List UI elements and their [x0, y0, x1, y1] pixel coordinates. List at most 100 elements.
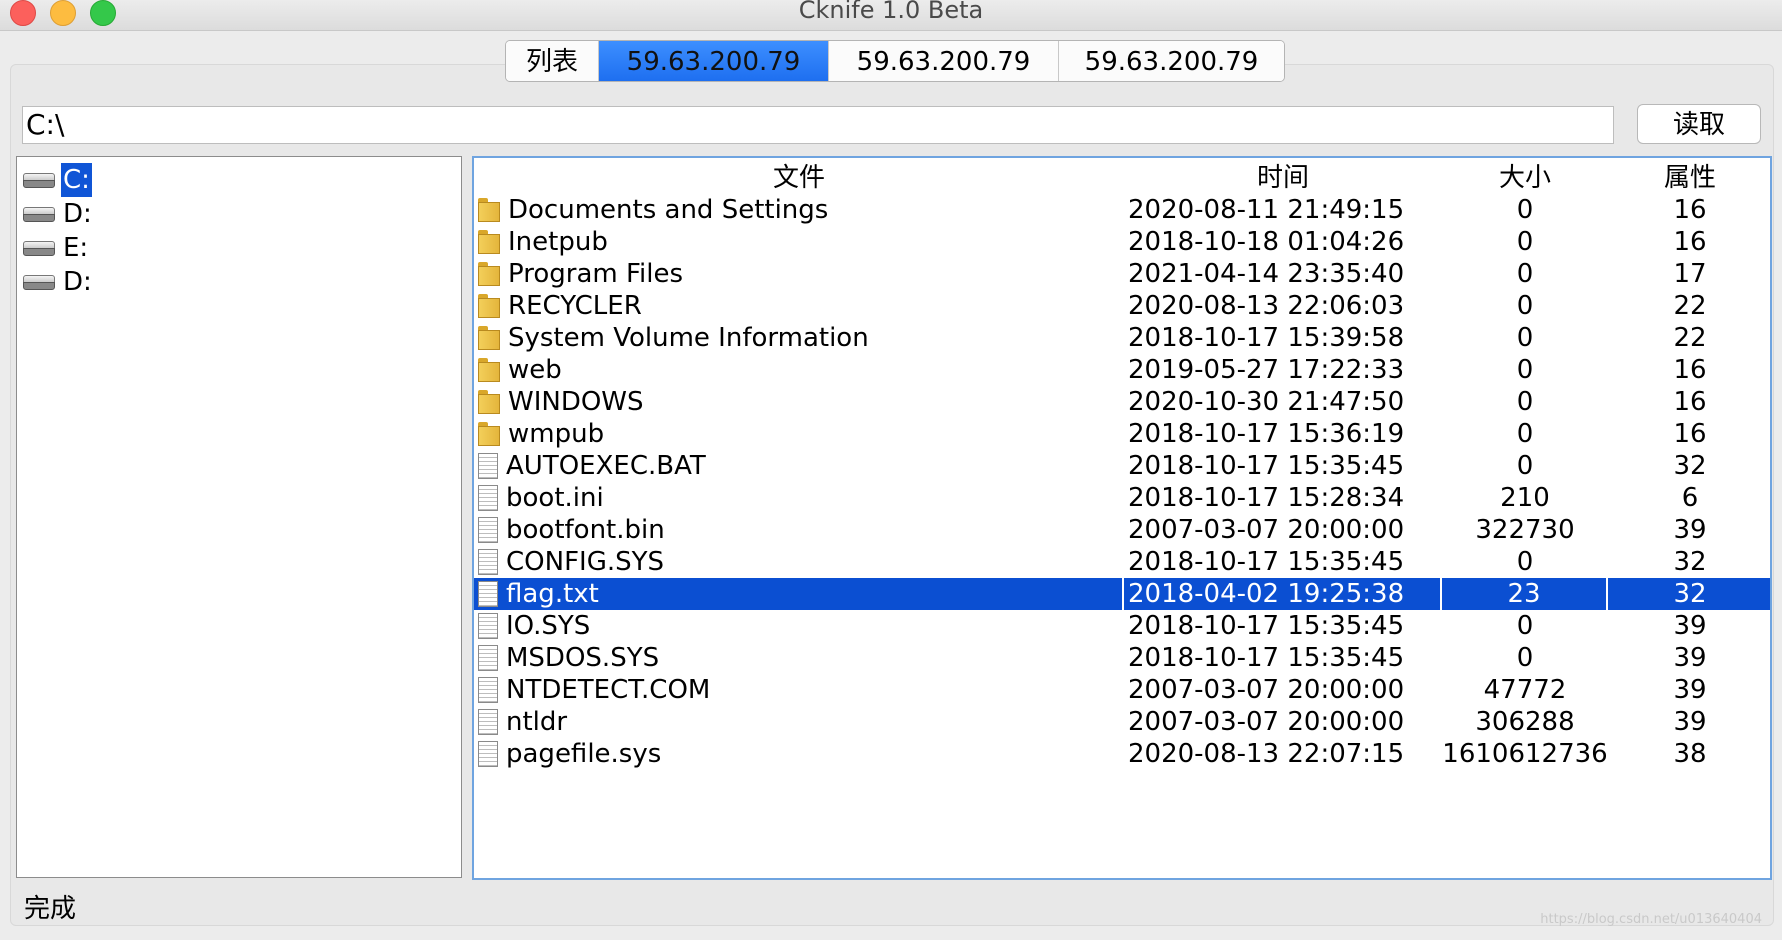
file-icon	[478, 453, 498, 479]
folder-icon	[478, 358, 500, 382]
file-attr: 38	[1673, 739, 1707, 769]
table-row[interactable]: System Volume Information 2018-10-17 15:3…	[474, 322, 1770, 354]
file-name-cell: CONFIG.SYS	[474, 546, 1124, 578]
file-name: CONFIG.SYS	[506, 547, 664, 577]
file-time: 2018-04-02 19:25:38	[1124, 578, 1442, 610]
table-row[interactable]: AUTOEXEC.BAT 2018-10-17 15:35:45 0 32	[474, 450, 1770, 482]
table-row[interactable]: Program Files 2021-04-14 23:35:40 0 17	[474, 258, 1770, 290]
file-size: 0	[1516, 195, 1534, 225]
file-time: 2020-08-11 21:49:15	[1128, 195, 1405, 225]
file-attr: 39	[1673, 611, 1707, 641]
file-attr: 17	[1673, 259, 1707, 289]
file-attr: 16	[1673, 355, 1707, 385]
file-name-cell: WINDOWS	[474, 386, 1124, 418]
file-attr: 39	[1673, 675, 1707, 705]
status-text: 完成	[24, 894, 77, 924]
table-row[interactable]: bootfont.bin 2007-03-07 20:00:00 322730 39	[474, 514, 1770, 546]
file-name-cell: web	[474, 354, 1124, 386]
file-name: web	[508, 355, 562, 385]
file-table: 文件 时间 大小 属性 Documents and Settings 2020-0…	[472, 156, 1772, 880]
file-attr: 16	[1673, 419, 1707, 449]
file-name: wmpub	[508, 419, 605, 449]
file-size: 0	[1516, 547, 1534, 577]
file-size: 0	[1516, 227, 1534, 257]
folder-icon	[478, 230, 500, 254]
file-name-cell: wmpub	[474, 418, 1124, 450]
tree-item-drive[interactable]: D:	[21, 265, 94, 299]
file-name: pagefile.sys	[506, 739, 662, 769]
file-name: Inetpub	[508, 227, 608, 257]
drive-icon	[21, 273, 55, 291]
tree-item-drive[interactable]: C:	[21, 163, 92, 197]
column-header-time[interactable]: 时间	[1124, 158, 1442, 194]
column-header-attr[interactable]: 属性	[1608, 158, 1770, 194]
file-name-cell: pagefile.sys	[474, 738, 1124, 770]
file-name: bootfont.bin	[506, 515, 665, 545]
column-header-size[interactable]: 大小	[1442, 158, 1608, 194]
table-header: 文件 时间 大小 属性	[474, 158, 1770, 194]
file-size: 47772	[1483, 675, 1567, 705]
file-time: 2020-08-13 22:06:03	[1128, 291, 1405, 321]
file-attr: 22	[1673, 291, 1707, 321]
tab-host-2[interactable]: 59.63.200.79	[829, 41, 1059, 81]
file-name-cell: System Volume Information	[474, 322, 1124, 354]
file-size: 1610612736	[1442, 739, 1608, 769]
tab-host-1[interactable]: 59.63.200.79	[599, 41, 829, 81]
folder-icon	[478, 422, 500, 446]
table-row[interactable]: pagefile.sys 2020-08-13 22:07:15 161061273…	[474, 738, 1770, 770]
table-row[interactable]: ntldr 2007-03-07 20:00:00 306288 39	[474, 706, 1770, 738]
read-button[interactable]: 读取	[1637, 104, 1761, 144]
file-size: 0	[1516, 451, 1534, 481]
file-name-cell: flag.txt	[474, 578, 1124, 610]
path-input[interactable]: C:\	[22, 106, 1614, 144]
file-name-cell: boot.ini	[474, 482, 1124, 514]
file-name: MSDOS.SYS	[506, 643, 660, 673]
file-size: 0	[1516, 419, 1534, 449]
file-icon	[478, 677, 498, 703]
tab-list[interactable]: 列表	[506, 41, 599, 81]
file-name: WINDOWS	[508, 387, 644, 417]
tree-item-drive[interactable]: E:	[21, 231, 90, 265]
file-name-cell: Documents and Settings	[474, 194, 1124, 226]
file-size: 0	[1516, 387, 1534, 417]
table-row[interactable]: NTDETECT.COM 2007-03-07 20:00:00 47772 39	[474, 674, 1770, 706]
file-name: Program Files	[508, 259, 684, 289]
table-row[interactable]: RECYCLER 2020-08-13 22:06:03 0 22	[474, 290, 1770, 322]
file-time: 2018-10-17 15:35:45	[1128, 547, 1405, 577]
table-row[interactable]: web 2019-05-27 17:22:33 0 16	[474, 354, 1770, 386]
folder-icon	[478, 390, 500, 414]
table-row[interactable]: MSDOS.SYS 2018-10-17 15:35:45 0 39	[474, 642, 1770, 674]
table-row[interactable]: IO.SYS 2018-10-17 15:35:45 0 39	[474, 610, 1770, 642]
file-name-cell: NTDETECT.COM	[474, 674, 1124, 706]
table-row[interactable]: WINDOWS 2020-10-30 21:47:50 0 16	[474, 386, 1770, 418]
file-attr: 39	[1673, 515, 1707, 545]
file-icon	[478, 613, 498, 639]
tree-item-drive[interactable]: D:	[21, 197, 94, 231]
table-row[interactable]: CONFIG.SYS 2018-10-17 15:35:45 0 32	[474, 546, 1770, 578]
folder-icon	[478, 294, 500, 318]
file-time: 2018-10-17 15:35:45	[1128, 451, 1405, 481]
file-attr: 16	[1673, 387, 1707, 417]
table-row[interactable]: Inetpub 2018-10-18 01:04:26 0 16	[474, 226, 1770, 258]
table-row[interactable]: wmpub 2018-10-17 15:36:19 0 16	[474, 418, 1770, 450]
file-size: 306288	[1475, 707, 1575, 737]
file-icon	[478, 485, 498, 511]
file-name: System Volume Information	[508, 323, 869, 353]
column-header-name[interactable]: 文件	[474, 158, 1124, 194]
file-size: 0	[1516, 259, 1534, 289]
file-attr: 32	[1673, 547, 1707, 577]
file-time: 2020-10-30 21:47:50	[1128, 387, 1405, 417]
file-icon	[478, 741, 498, 767]
file-attr: 39	[1673, 707, 1707, 737]
file-size: 0	[1516, 611, 1534, 641]
table-row[interactable]: boot.ini 2018-10-17 15:28:34 210 6	[474, 482, 1770, 514]
file-time: 2018-10-17 15:39:58	[1128, 323, 1405, 353]
table-row[interactable]: Documents and Settings 2020-08-11 21:49:1…	[474, 194, 1770, 226]
file-icon	[478, 549, 498, 575]
file-size: 322730	[1475, 515, 1575, 545]
table-row[interactable]: flag.txt 2018-04-02 19:25:38 23 32	[474, 578, 1770, 610]
tab-host-3[interactable]: 59.63.200.79	[1059, 41, 1284, 81]
file-name: Documents and Settings	[508, 195, 829, 225]
file-time: 2021-04-14 23:35:40	[1128, 259, 1405, 289]
file-attr: 16	[1673, 227, 1707, 257]
